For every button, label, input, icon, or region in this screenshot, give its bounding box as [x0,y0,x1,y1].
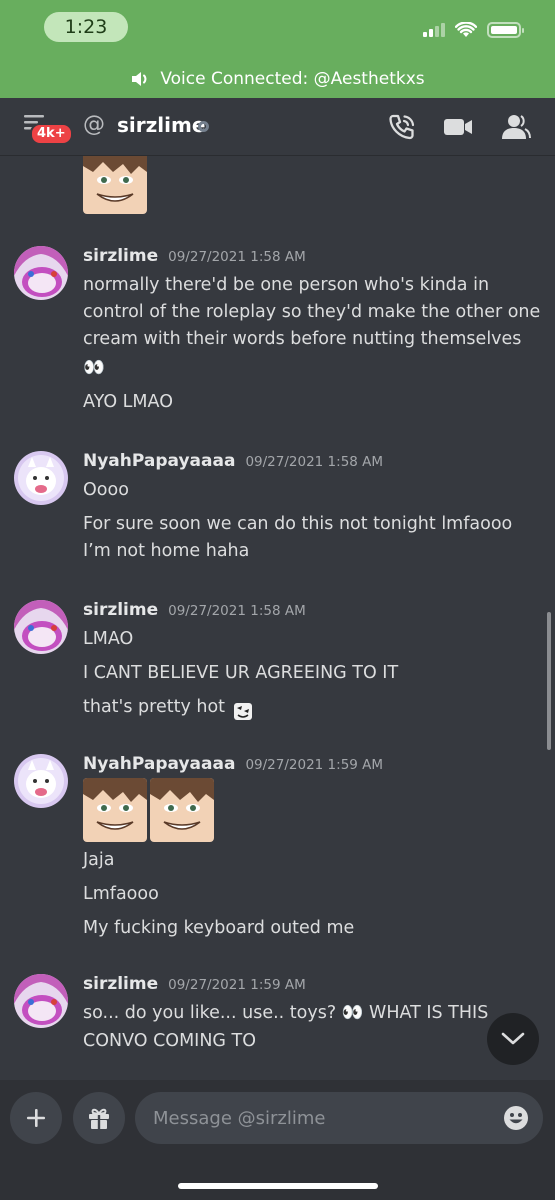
channel-header: 4k+ @ sirzlime [0,98,555,156]
message-timestamp: 09/27/2021 1:58 AM [168,249,306,265]
message-composer [0,1080,555,1200]
message-text: that's pretty hot [83,697,226,717]
gift-icon [89,1108,109,1129]
message-text: CONVO COMING TO [83,1031,257,1051]
message-text: AYO LMAO [83,392,173,412]
message-text: Jaja [83,850,115,870]
voice-connected-bar[interactable]: 1:23 Voice Connected: @Aesthetkxs [0,0,555,98]
home-indicator [178,1183,378,1189]
message-text: 👀 [83,358,105,378]
jump-to-present-button[interactable] [487,1013,539,1065]
avatar[interactable] [14,600,68,654]
message-timestamp: 09/27/2021 1:59 AM [168,977,306,993]
message-text: cream with their words before nutting th… [83,329,522,349]
video-camera-icon[interactable] [442,112,474,142]
anime-face-emote-icon [83,156,147,214]
dm-at-icon: @ [83,112,105,137]
emote-sticker [83,156,147,218]
message-text: control of the roleplay so they'd make t… [83,302,541,322]
phone-call-icon[interactable] [386,112,418,142]
avatar[interactable] [14,754,68,808]
message-author[interactable]: NyahPapayaaaa [83,754,235,774]
scrollbar-thumb[interactable] [547,612,551,750]
emote-row [83,778,214,842]
message-author[interactable]: NyahPapayaaaa [83,451,235,471]
mention-count-badge: 4k+ [30,123,73,145]
custom-emoji-icon [234,703,252,720]
message-author[interactable]: sirzlime [83,246,158,266]
channel-title[interactable]: sirzlime [117,113,205,137]
message-text: For sure soon we can do this not tonight… [83,514,513,534]
avatar[interactable] [14,974,68,1028]
gift-button[interactable] [73,1092,125,1144]
message-timestamp: 09/27/2021 1:59 AM [245,757,384,773]
status-time: 1:23 [44,12,128,42]
voice-connected-row[interactable]: Voice Connected: @Aesthetkxs [0,66,555,92]
message-author[interactable]: sirzlime [83,600,158,620]
message-text: so... do you like... use.. toys? 👀 WHAT … [83,1003,489,1023]
battery-icon [487,22,524,38]
avatar-image [14,754,68,808]
avatar-image [14,600,68,654]
emoji-icon[interactable] [502,1104,530,1132]
message-text: I’m not home haha [83,541,250,561]
voice-connected-text: Voice Connected: @Aesthetkxs [160,69,425,89]
anime-face-emote-icon [83,778,147,842]
message-text: Lmfaooo [83,884,159,904]
wifi-icon [455,22,477,37]
message-timestamp: 09/27/2021 1:58 AM [168,603,306,619]
plus-icon [27,1109,45,1127]
avatar-image [14,974,68,1028]
message-text: normally there'd be one person who's kin… [83,275,490,295]
message-list[interactable]: sirzlime 09/27/2021 1:58 AM normally the… [0,156,555,1080]
add-attachment-button[interactable] [10,1092,62,1144]
message-text: My fucking keyboard outed me [83,918,355,938]
message-author[interactable]: sirzlime [83,974,158,994]
message-timestamp: 09/27/2021 1:58 AM [245,454,384,470]
avatar-image [14,451,68,505]
avatar-image [14,246,68,300]
anime-face-emote-icon [150,778,214,842]
cellular-signal-icon [423,23,445,37]
chevron-down-icon [501,1032,525,1045]
message-text: LMAO [83,629,134,649]
avatar[interactable] [14,246,68,300]
message-text: Oooo [83,480,129,500]
avatar[interactable] [14,451,68,505]
members-icon[interactable] [500,112,532,142]
offline-status-icon [198,121,209,132]
message-input[interactable] [135,1092,543,1144]
speaker-icon [132,72,147,86]
message-text: I CANT BELIEVE UR AGREEING TO IT [83,663,399,683]
status-icons [423,22,524,38]
